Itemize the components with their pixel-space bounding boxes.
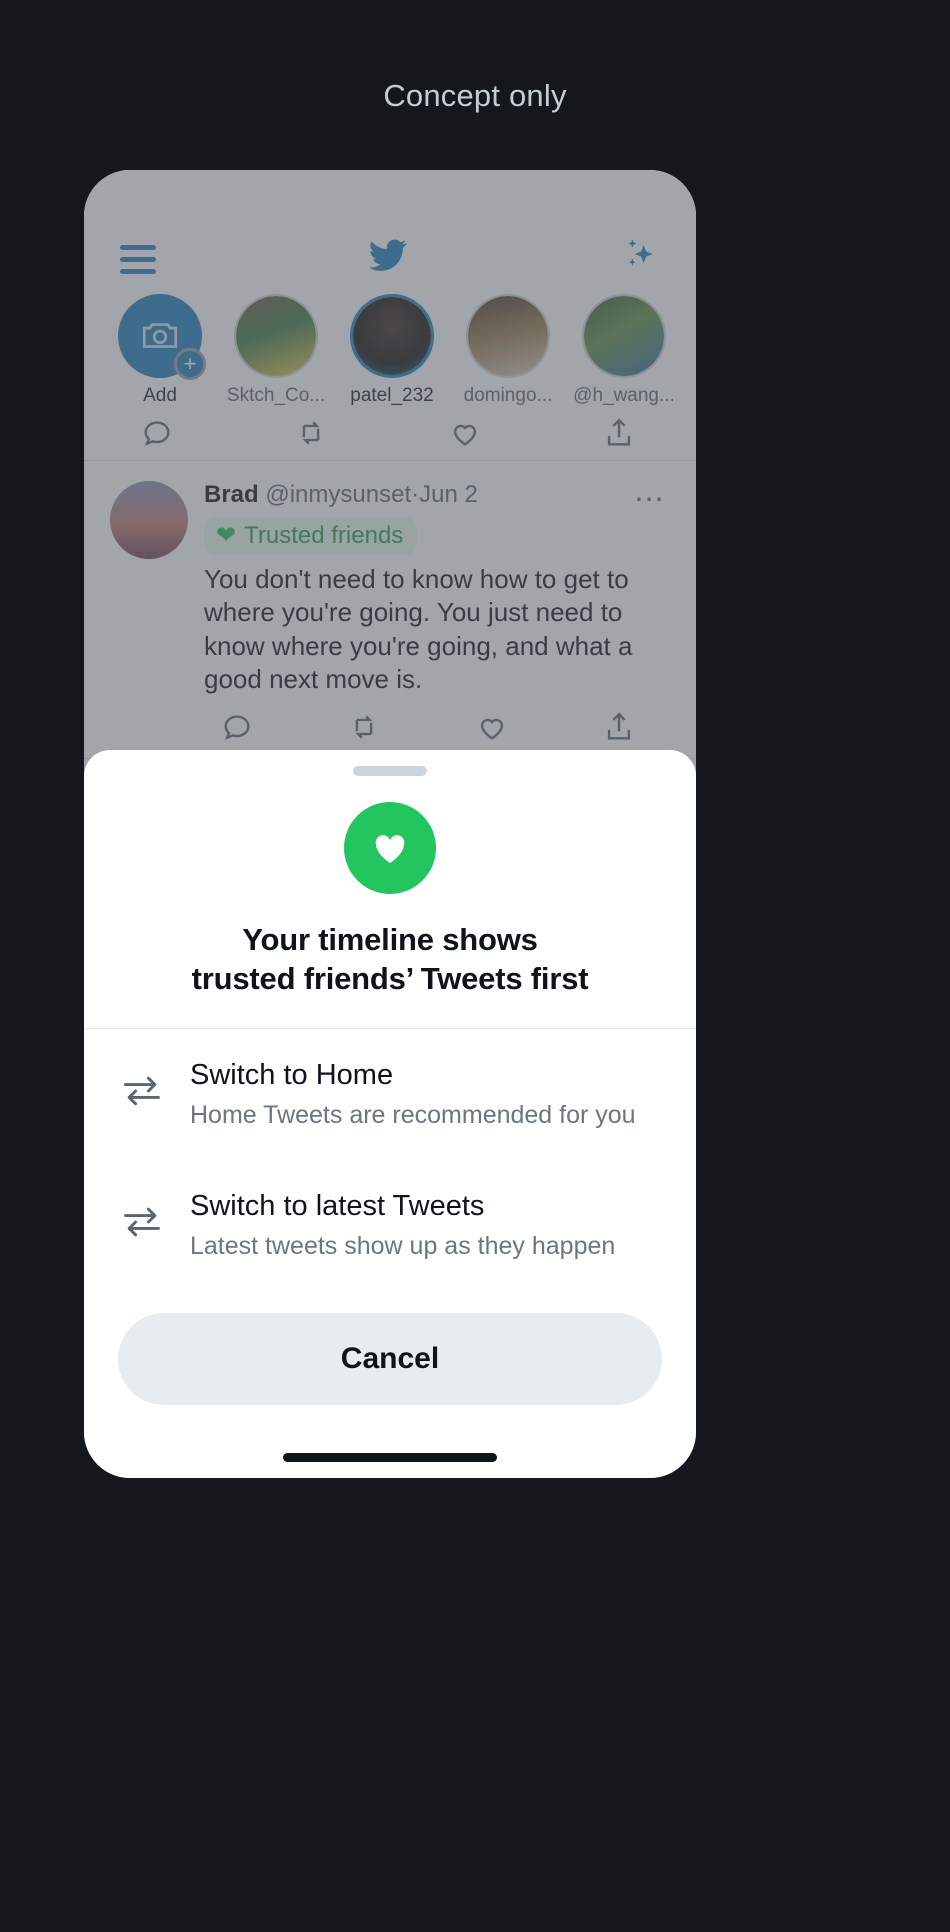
option-title: Switch to Home [190, 1058, 394, 1091]
sheet-title: Your timeline shows trusted friends’ Twe… [114, 920, 666, 998]
drag-handle[interactable] [353, 765, 427, 776]
reply-icon[interactable] [140, 416, 174, 446]
phone-mockup: + Add Sktch_Co... patel_232 domingo... @… [84, 170, 696, 1478]
tweet-actions[interactable] [110, 416, 670, 460]
cancel-button-wrap: Cancel [84, 1291, 696, 1405]
swap-arrows-icon [120, 1059, 164, 1118]
sparkle-icon[interactable] [620, 234, 660, 274]
trusted-friends-badge: ❤ Trusted friends [204, 517, 418, 555]
retweet-icon[interactable] [347, 710, 381, 744]
tweet-handle: @inmysunset [265, 481, 412, 508]
story-avatar-ring [234, 294, 318, 378]
hamburger-menu-icon[interactable] [120, 245, 156, 274]
cancel-button[interactable]: Cancel [118, 1313, 662, 1405]
tweet-date: Jun 2 [419, 481, 478, 508]
sheet-title-line2: trusted friends’ Tweets first [191, 960, 589, 996]
story-avatar-ring [466, 294, 550, 378]
share-icon[interactable] [602, 416, 636, 446]
clipped-tweet-above [84, 416, 696, 460]
story-item-1[interactable]: Sktch_Co... [218, 294, 334, 406]
story-item-add[interactable]: + Add [102, 294, 218, 406]
story-avatar-ring [350, 294, 434, 378]
sheet-title-line1: Your timeline shows [242, 921, 538, 957]
badge-label: Trusted friends [244, 522, 404, 549]
avatar [468, 296, 548, 376]
heart-icon: ❤ [216, 522, 237, 549]
story-item-2[interactable]: patel_232 [334, 294, 450, 406]
story-label: @h_wang... [573, 385, 675, 406]
tweet-actions[interactable] [110, 696, 670, 748]
heart-icon [344, 801, 436, 894]
tweet-meta-separator: · [411, 481, 420, 508]
more-options-icon[interactable]: ⋯ [634, 485, 666, 515]
tweet-author-name: Brad [204, 481, 259, 508]
option-switch-to-latest[interactable]: Switch to latest Tweets Latest tweets sh… [84, 1160, 696, 1291]
story-label: domingo... [463, 385, 553, 406]
camera-icon [142, 323, 178, 348]
add-plus-icon: + [174, 348, 206, 380]
add-story-button[interactable]: + [118, 294, 206, 380]
swap-arrows-icon [120, 1190, 164, 1249]
like-icon[interactable] [475, 710, 509, 744]
sheet-header: Your timeline shows trusted friends’ Twe… [84, 776, 696, 1028]
screen-root: Concept only + Add Sktch_Co... patel_232… [0, 0, 950, 1932]
avatar[interactable] [110, 481, 188, 559]
like-icon[interactable] [448, 416, 482, 446]
story-label: patel_232 [350, 385, 434, 406]
share-icon[interactable] [602, 710, 636, 744]
avatar [584, 296, 664, 376]
tweet-meta: Brad @inmysunset·Jun 2 [204, 481, 670, 509]
story-avatar-ring [582, 294, 666, 378]
home-indicator [283, 1453, 497, 1462]
retweet-icon[interactable] [294, 416, 328, 446]
avatar [353, 297, 431, 375]
stories-row[interactable]: + Add Sktch_Co... patel_232 domingo... @… [84, 288, 696, 416]
twitter-bird-icon[interactable] [366, 236, 410, 274]
story-label: Sktch_Co... [226, 385, 326, 406]
page-caption: Concept only [383, 78, 567, 113]
option-title: Switch to latest Tweets [190, 1189, 485, 1222]
bottom-sheet: Your timeline shows trusted friends’ Twe… [84, 749, 696, 1478]
reply-icon[interactable] [220, 710, 254, 744]
option-switch-to-home[interactable]: Switch to Home Home Tweets are recommend… [84, 1029, 696, 1160]
story-item-5-partial[interactable] [682, 294, 696, 406]
story-item-4[interactable]: @h_wang... [566, 294, 682, 406]
app-header [84, 170, 696, 288]
avatar [236, 296, 316, 376]
story-item-3[interactable]: domingo... [450, 294, 566, 406]
option-description: Latest tweets show up as they happen [190, 1232, 616, 1261]
option-description: Home Tweets are recommended for you [190, 1101, 636, 1130]
story-label: Add [143, 385, 177, 406]
tweet-card[interactable]: Brad @inmysunset·Jun 2 ❤ Trusted friends… [84, 461, 696, 758]
tweet-text: You don't need to know how to get to whe… [204, 564, 633, 694]
